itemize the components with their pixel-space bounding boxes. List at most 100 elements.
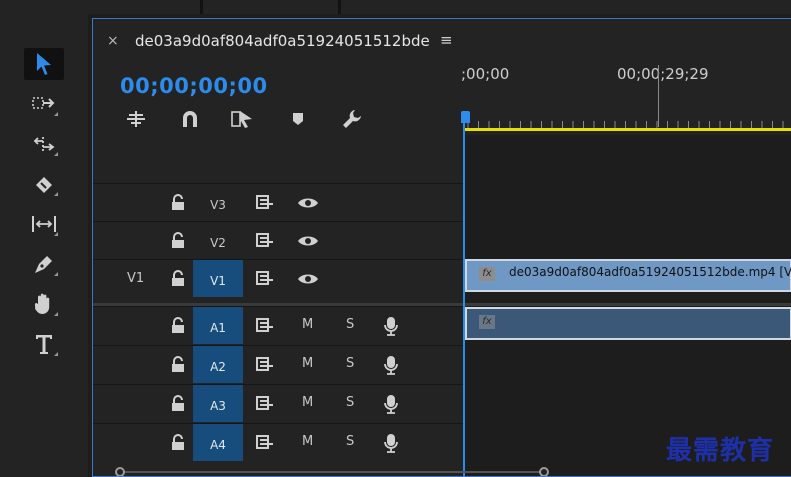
solo-track-button[interactable]: S bbox=[346, 434, 354, 449]
track-target-a2[interactable]: A2 bbox=[193, 346, 243, 383]
ripple-edit-tool[interactable] bbox=[24, 128, 64, 160]
tool-menu-corner bbox=[54, 112, 58, 116]
watermark-text: 最需教育 bbox=[666, 436, 775, 466]
sync-lock-icon[interactable] bbox=[255, 232, 275, 248]
lock-track-icon[interactable] bbox=[171, 317, 185, 333]
track-header-v2: V2 bbox=[93, 221, 463, 259]
track-target-a1[interactable]: A1 bbox=[193, 307, 243, 344]
sync-lock-icon[interactable] bbox=[255, 270, 275, 286]
timeline-panel: × de03a9d0af804adf0a51924051512bde ≡ 00;… bbox=[92, 18, 791, 477]
magnet-icon bbox=[183, 111, 197, 127]
sequence-tab-title[interactable]: de03a9d0af804adf0a51924051512bde bbox=[135, 32, 435, 50]
sync-lock-icon[interactable] bbox=[255, 356, 275, 372]
track-header-a2: A2 M S bbox=[93, 345, 463, 383]
solo-track-button[interactable]: S bbox=[346, 395, 354, 410]
selection-tool[interactable] bbox=[24, 48, 64, 80]
sync-lock-icon[interactable] bbox=[255, 194, 275, 210]
razor-tool[interactable] bbox=[24, 168, 64, 200]
linked-selection-icon bbox=[231, 111, 252, 128]
ruler-mark-label: 00;00;29;29 bbox=[617, 65, 709, 83]
panel-divider[interactable] bbox=[338, 0, 341, 14]
nest-icon bbox=[127, 111, 145, 127]
pen-icon bbox=[35, 256, 52, 273]
ruler-start-label: ;00;00 bbox=[461, 65, 510, 83]
track-target-v3[interactable]: V3 bbox=[193, 184, 243, 221]
panel-divider[interactable] bbox=[200, 0, 203, 14]
voice-over-record-icon[interactable] bbox=[383, 394, 399, 414]
marker-icon bbox=[293, 113, 303, 125]
add-marker-button[interactable] bbox=[285, 107, 311, 131]
voice-over-record-icon[interactable] bbox=[383, 355, 399, 375]
track-target-a3[interactable]: A3 bbox=[193, 385, 243, 422]
lock-track-icon[interactable] bbox=[171, 270, 185, 286]
lock-track-icon[interactable] bbox=[171, 434, 185, 450]
playhead-handle[interactable] bbox=[461, 111, 470, 123]
close-tab-button[interactable]: × bbox=[107, 33, 119, 49]
scrollbar-track[interactable] bbox=[117, 471, 547, 473]
sync-lock-icon[interactable] bbox=[255, 395, 275, 411]
track-header-a1: A1 M S bbox=[93, 306, 463, 344]
mute-track-button[interactable]: M bbox=[302, 434, 313, 449]
timeline-tab-bar: × de03a9d0af804adf0a51924051512bde ≡ bbox=[93, 19, 791, 63]
toggle-output-eye-icon[interactable] bbox=[297, 196, 319, 210]
track-target-a4[interactable]: A4 bbox=[193, 424, 243, 461]
ruler-major-tick bbox=[658, 65, 659, 127]
track-header-a3: A3 M S bbox=[93, 384, 463, 422]
ruler-ticks bbox=[467, 121, 784, 128]
audio-clip[interactable]: fx bbox=[465, 307, 791, 340]
slip-tool[interactable] bbox=[24, 208, 64, 240]
source-patch-v1[interactable]: V1 bbox=[127, 271, 144, 286]
panel-menu-icon[interactable]: ≡ bbox=[440, 31, 453, 49]
tool-menu-corner bbox=[54, 352, 58, 356]
timeline-settings-button[interactable] bbox=[339, 107, 365, 131]
type-tool[interactable] bbox=[24, 328, 64, 360]
track-target-v1[interactable]: V1 bbox=[193, 260, 243, 297]
razor-icon bbox=[36, 177, 52, 193]
solo-track-button[interactable]: S bbox=[346, 356, 354, 371]
panel-top-strip bbox=[0, 0, 791, 14]
scrollbar-left-handle[interactable] bbox=[115, 467, 125, 476]
scrollbar-right-handle[interactable] bbox=[539, 467, 549, 476]
snap-button[interactable] bbox=[177, 107, 203, 131]
sync-lock-icon[interactable] bbox=[255, 434, 275, 450]
mute-track-button[interactable]: M bbox=[302, 317, 313, 332]
tools-panel bbox=[0, 14, 88, 477]
linked-selection-button[interactable] bbox=[229, 107, 255, 131]
tool-menu-corner bbox=[54, 152, 58, 156]
playhead-timecode[interactable]: 00;00;00;00 bbox=[120, 74, 268, 98]
tool-menu-corner bbox=[54, 312, 58, 316]
hand-icon bbox=[34, 293, 50, 314]
wrench-icon bbox=[343, 110, 361, 128]
voice-over-record-icon[interactable] bbox=[383, 316, 399, 336]
mute-track-button[interactable]: M bbox=[302, 356, 313, 371]
track-header-v1: V1 V1 bbox=[93, 259, 463, 297]
track-select-tool[interactable] bbox=[24, 88, 64, 120]
playhead-line[interactable] bbox=[463, 123, 465, 476]
voice-over-record-icon[interactable] bbox=[383, 433, 399, 453]
track-select-icon bbox=[32, 97, 55, 109]
lock-track-icon[interactable] bbox=[171, 356, 185, 372]
pen-tool[interactable] bbox=[24, 248, 64, 280]
solo-track-button[interactable]: S bbox=[346, 317, 354, 332]
tool-menu-corner bbox=[54, 232, 58, 236]
mute-track-button[interactable]: M bbox=[302, 395, 313, 410]
track-target-v2[interactable]: V2 bbox=[193, 222, 243, 259]
tool-menu-corner bbox=[54, 192, 58, 196]
video-clip-label: de03a9d0af804adf0a51924051512bde.mp4 [V] bbox=[509, 265, 791, 279]
fx-badge: fx bbox=[479, 267, 495, 281]
slip-icon bbox=[32, 216, 56, 232]
insert-sequence-as-nest-button[interactable] bbox=[123, 107, 149, 131]
toggle-output-eye-icon[interactable] bbox=[297, 272, 319, 286]
toggle-output-eye-icon[interactable] bbox=[297, 234, 319, 248]
type-icon bbox=[36, 335, 52, 354]
video-clip[interactable]: fx de03a9d0af804adf0a51924051512bde.mp4 … bbox=[465, 259, 791, 292]
track-header-a4: A4 M S bbox=[93, 423, 463, 461]
tool-menu-corner bbox=[54, 272, 58, 276]
sync-lock-icon[interactable] bbox=[255, 317, 275, 333]
lock-track-icon[interactable] bbox=[171, 194, 185, 210]
work-area-bar[interactable] bbox=[463, 128, 791, 131]
lock-track-icon[interactable] bbox=[171, 395, 185, 411]
lock-track-icon[interactable] bbox=[171, 232, 185, 248]
timeline-zoom-scrollbar[interactable] bbox=[93, 466, 791, 476]
hand-tool[interactable] bbox=[24, 288, 64, 320]
